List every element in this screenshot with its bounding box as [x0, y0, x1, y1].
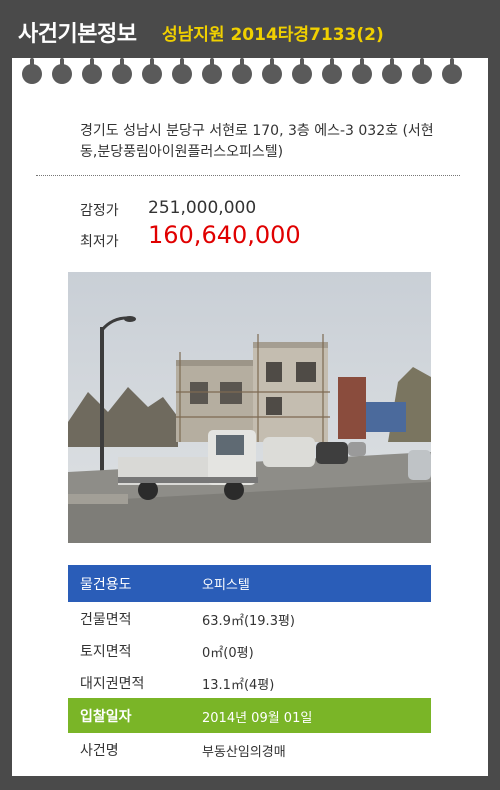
case-info: 성남지원 2014타경7133(2) — [162, 25, 384, 45]
binder-ring — [292, 58, 312, 84]
dotted-divider — [36, 175, 460, 176]
binder-ring — [382, 58, 402, 84]
detail-label: 토지면적 — [80, 644, 132, 660]
minimum-value: 160,640,000 — [148, 221, 301, 249]
detail-label: 건물면적 — [80, 612, 132, 628]
detail-value: 13.1㎡(4평) — [202, 678, 275, 693]
binder-rings — [22, 58, 482, 86]
detail-label: 물건용도 — [80, 577, 132, 593]
detail-value: 부동산임의경매 — [202, 745, 286, 760]
appraisal-value: 251,000,000 — [148, 198, 257, 218]
appraisal-label: 감정가 — [80, 203, 119, 219]
detail-row-building-area: 건물면적 63.9㎡(19.3평) — [68, 602, 431, 634]
detail-row-land-area: 토지면적 0㎡(0평) — [68, 634, 431, 666]
binder-ring — [172, 58, 192, 84]
detail-value: 2014년 09월 01일 — [202, 711, 313, 726]
header-bar: 사건기본정보 성남지원 2014타경7133(2) — [0, 0, 500, 64]
detail-label: 사건명 — [80, 743, 119, 759]
binder-ring — [232, 58, 252, 84]
detail-row-land-right-area: 대지권면적 13.1㎡(4평) — [68, 666, 431, 698]
detail-row-usage: 물건용도 오피스텔 — [68, 565, 431, 602]
property-photo[interactable] — [68, 272, 431, 543]
binder-ring — [52, 58, 72, 84]
details-table: 물건용도 오피스텔 건물면적 63.9㎡(19.3평) 토지면적 0㎡(0평) … — [68, 565, 431, 765]
page-title: 사건기본정보 — [18, 22, 137, 47]
binder-ring — [352, 58, 372, 84]
detail-row-bid-date: 입찰일자 2014년 09월 01일 — [68, 698, 431, 733]
binder-ring — [202, 58, 222, 84]
binder-ring — [142, 58, 162, 84]
detail-value: 오피스텔 — [202, 578, 250, 593]
minimum-label: 최저가 — [80, 234, 119, 250]
binder-ring — [82, 58, 102, 84]
binder-ring — [322, 58, 342, 84]
binder-ring — [22, 58, 42, 84]
detail-value: 63.9㎡(19.3평) — [202, 614, 295, 629]
detail-label: 입찰일자 — [80, 709, 132, 725]
binder-ring — [442, 58, 462, 84]
detail-label: 대지권면적 — [80, 676, 145, 692]
detail-value: 0㎡(0평) — [202, 646, 254, 661]
binder-ring — [112, 58, 132, 84]
property-address: 경기도 성남시 분당구 서현로 170, 3층 에스-3 032호 (서현동,분… — [80, 123, 434, 160]
binder-ring — [412, 58, 432, 84]
binder-ring — [262, 58, 282, 84]
detail-row-case-name: 사건명 부동산임의경매 — [68, 733, 431, 765]
